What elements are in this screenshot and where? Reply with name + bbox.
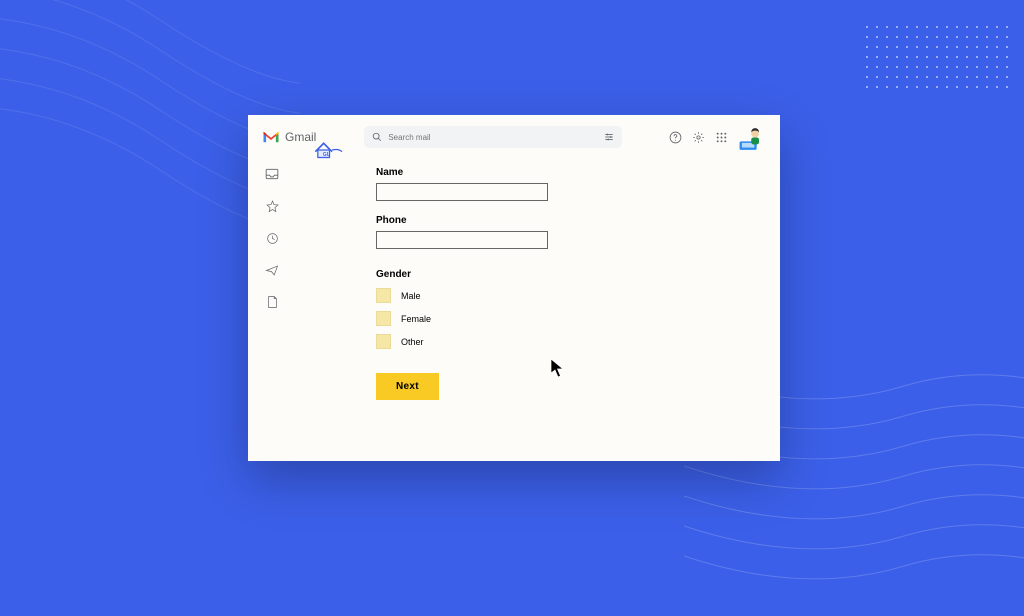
header: Gmail xyxy=(248,115,780,159)
name-input[interactable] xyxy=(376,183,548,201)
next-button[interactable]: Next xyxy=(376,373,439,400)
sidebar-starred[interactable] xyxy=(265,199,279,213)
help-icon[interactable] xyxy=(669,131,682,144)
apps-grid-icon[interactable] xyxy=(715,131,728,144)
gear-icon[interactable] xyxy=(692,131,705,144)
radio-box-icon xyxy=(376,288,391,303)
sent-icon xyxy=(265,265,279,276)
radio-box-icon xyxy=(376,311,391,326)
search-icon xyxy=(372,132,382,142)
phone-label: Phone xyxy=(376,215,780,226)
main-form: Name Phone Gender Male Female xyxy=(296,159,780,461)
gender-label: Gender xyxy=(376,269,780,280)
sidebar-drafts[interactable] xyxy=(265,295,279,309)
gender-option-label: Male xyxy=(401,291,421,301)
avatar[interactable] xyxy=(738,123,766,151)
field-name: Name xyxy=(376,167,780,201)
drafts-icon xyxy=(267,295,278,309)
search-bar[interactable] xyxy=(364,126,622,148)
gmail-logo-icon xyxy=(262,130,280,144)
gender-option-female[interactable]: Female xyxy=(376,311,780,326)
inbox-icon xyxy=(265,168,279,180)
field-gender: Gender Male Female Other xyxy=(376,269,780,349)
search-input[interactable] xyxy=(388,133,598,142)
gmail-window: Gmail xyxy=(248,115,780,461)
sidebar-snoozed[interactable] xyxy=(265,231,279,245)
gmail-logo: Gmail xyxy=(262,130,316,144)
sidebar-sent[interactable] xyxy=(265,263,279,277)
field-phone: Phone xyxy=(376,215,780,249)
sidebar-inbox[interactable] xyxy=(265,167,279,181)
name-label: Name xyxy=(376,167,780,178)
gender-option-other[interactable]: Other xyxy=(376,334,780,349)
radio-box-icon xyxy=(376,334,391,349)
tune-icon[interactable] xyxy=(604,132,614,142)
starred-icon xyxy=(266,200,279,213)
snoozed-icon xyxy=(266,232,279,245)
decorative-dots xyxy=(862,22,1012,92)
sidebar xyxy=(248,159,296,461)
body: Name Phone Gender Male Female xyxy=(248,159,780,461)
gender-option-label: Other xyxy=(401,337,424,347)
gender-option-male[interactable]: Male xyxy=(376,288,780,303)
phone-input[interactable] xyxy=(376,231,548,249)
gmail-logo-text: Gmail xyxy=(285,130,316,144)
gender-option-label: Female xyxy=(401,314,431,324)
header-actions xyxy=(669,123,766,151)
